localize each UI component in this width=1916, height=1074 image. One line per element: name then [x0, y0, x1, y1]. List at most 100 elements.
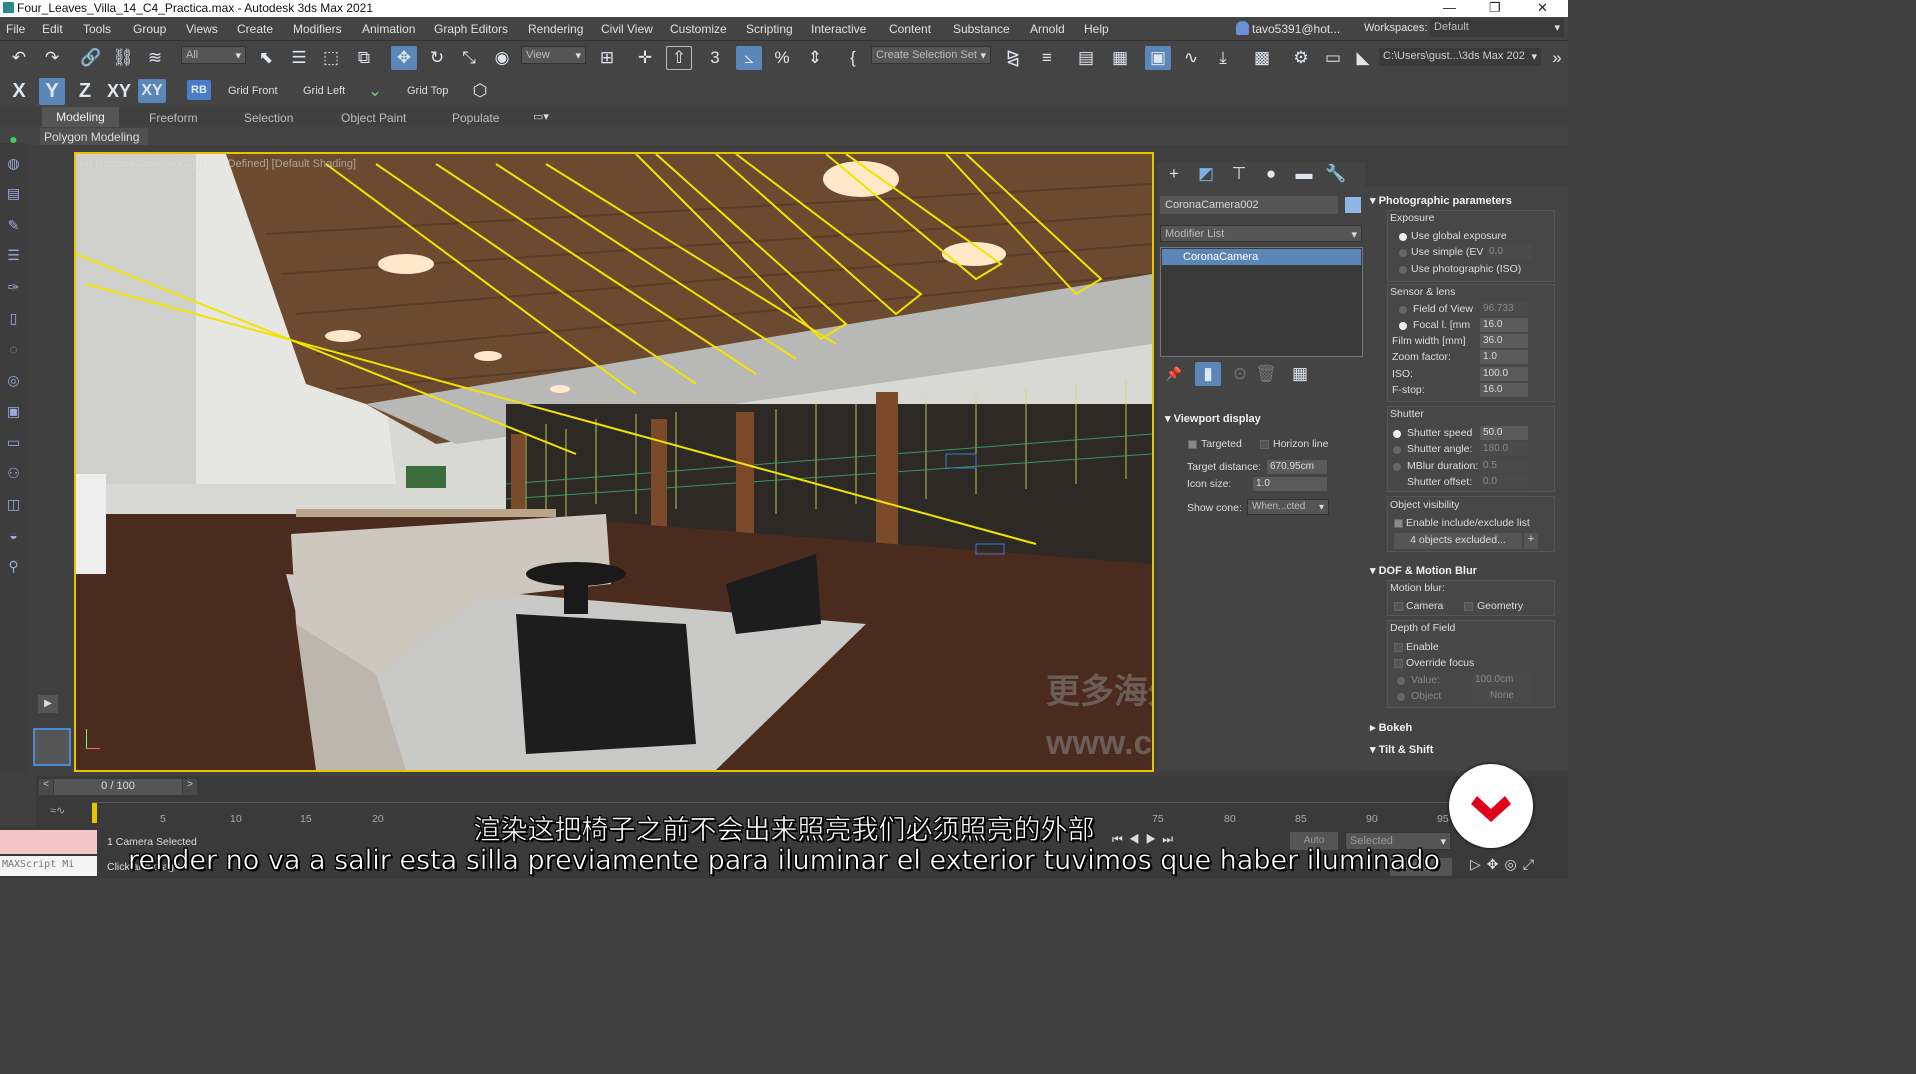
menu-civil-view[interactable]: Civil View	[601, 22, 653, 36]
overflow-icon[interactable]: »	[1544, 46, 1570, 70]
menu-views[interactable]: Views	[186, 22, 218, 36]
focus-object-radio[interactable]	[1397, 693, 1405, 701]
ribbon-tab-object-paint[interactable]: Object Paint	[341, 111, 406, 125]
show-end-result-icon[interactable]: ▮	[1195, 362, 1221, 386]
shutter-speed-radio[interactable]	[1393, 430, 1401, 438]
dof-header[interactable]: ▾ DOF & Motion Blur	[1370, 564, 1477, 577]
focal-spinner[interactable]: 16.0	[1480, 318, 1528, 332]
rect-selection-icon[interactable]: ⬚	[318, 46, 344, 70]
menu-tools[interactable]: Tools	[83, 22, 111, 36]
ribbon-options-icon[interactable]: ▭▾	[533, 110, 549, 123]
dof-enable-checkbox[interactable]	[1394, 643, 1403, 652]
place-icon[interactable]: ◉	[489, 46, 515, 70]
menu-animation[interactable]: Animation	[362, 22, 415, 36]
sphere-icon[interactable]: ◍	[4, 155, 23, 174]
horizon-line-checkbox[interactable]	[1260, 440, 1269, 449]
helpers-icon[interactable]: ▤	[4, 185, 23, 204]
bulb-icon[interactable]: ●	[4, 131, 23, 150]
close-button[interactable]: ✕	[1537, 0, 1548, 16]
menu-edit[interactable]: Edit	[42, 22, 63, 36]
render-setup-icon[interactable]: ⚙	[1288, 46, 1314, 70]
menu-modifiers[interactable]: Modifiers	[293, 22, 342, 36]
override-focus-checkbox[interactable]	[1394, 659, 1403, 668]
globe-icon[interactable]: ◎	[4, 372, 23, 391]
display-tab-icon[interactable]: ▬	[1291, 162, 1317, 186]
targeted-checkbox[interactable]	[1188, 440, 1197, 449]
menu-scripting[interactable]: Scripting	[746, 22, 793, 36]
bind-spacewarp-icon[interactable]: ≋	[142, 46, 168, 70]
axis-z-button[interactable]: Z	[72, 79, 98, 103]
simple-ev-spinner[interactable]: 0.0	[1486, 245, 1532, 259]
align-icon[interactable]: ≡	[1034, 46, 1060, 70]
camera-icon[interactable]: ◒	[4, 527, 23, 546]
frame-icon[interactable]: ▣	[4, 403, 23, 422]
focus-value-radio[interactable]	[1397, 677, 1405, 685]
list-icon[interactable]: ☰	[4, 247, 23, 266]
polygon-modeling-panel[interactable]: Polygon Modeling	[40, 128, 148, 145]
focal-radio[interactable]	[1399, 322, 1407, 330]
excluded-objects-button[interactable]: 4 objects excluded...	[1394, 533, 1522, 549]
minimize-button[interactable]: —	[1443, 0, 1456, 15]
axis-y-button[interactable]: Y	[39, 78, 65, 105]
select-manipulate-icon[interactable]: ✛	[632, 46, 658, 70]
axis-x-button[interactable]: X	[6, 79, 32, 103]
iso-spinner[interactable]: 100.0	[1480, 367, 1528, 381]
axis-xy-button[interactable]: XY	[104, 79, 134, 103]
mirror-icon[interactable]: ⧎	[1000, 46, 1026, 70]
hexagon-icon[interactable]: ⬡	[467, 79, 493, 103]
pen-icon[interactable]: ✑	[4, 279, 23, 298]
redo-icon[interactable]: ↷	[39, 46, 65, 70]
global-exposure-radio[interactable]	[1399, 233, 1407, 241]
project-path-dropdown[interactable]: C:\Users\gust...\3ds Max 202	[1379, 48, 1541, 66]
ribbon-tab-populate[interactable]: Populate	[452, 111, 499, 125]
ribbon-tab-selection[interactable]: Selection	[244, 111, 293, 125]
modify-tab-icon[interactable]: ◩	[1193, 162, 1219, 186]
scale-icon[interactable]: ⤡	[456, 46, 482, 70]
configure-sets-icon[interactable]: ▦	[1287, 362, 1313, 386]
mblur-duration-spinner[interactable]: 0.5	[1480, 459, 1528, 473]
camera-viewport[interactable]: [+] [CoronaCamera002] [User Defined] [De…	[74, 152, 1154, 772]
link-icon[interactable]: 🔗	[78, 46, 104, 70]
shutter-angle-radio[interactable]	[1393, 446, 1401, 454]
unlink-icon[interactable]: ⛓	[110, 46, 136, 70]
angle-snap-icon[interactable]: ⦣	[736, 46, 762, 70]
chevron-down-icon[interactable]: ⌄	[362, 79, 388, 103]
edit-named-sets-icon[interactable]: {	[840, 46, 866, 70]
reference-coord-dropdown[interactable]: View	[521, 46, 586, 64]
menu-graph-editors[interactable]: Graph Editors	[434, 22, 508, 36]
maximize-button[interactable]: ❐	[1489, 0, 1501, 16]
viewport-preview-icon[interactable]	[33, 728, 71, 766]
geometry-mb-checkbox[interactable]	[1464, 602, 1473, 611]
add-excluded-button[interactable]: +	[1524, 533, 1538, 549]
object-color-swatch[interactable]	[1345, 197, 1361, 213]
material-editor-icon[interactable]: ▩	[1249, 46, 1275, 70]
select-by-name-icon[interactable]: ☰	[286, 46, 312, 70]
keyboard-shortcut-icon[interactable]: ⇧	[666, 46, 692, 70]
pivot-center-icon[interactable]: ⊞	[594, 46, 620, 70]
orbit-icon[interactable]: ◌	[4, 341, 23, 360]
people-icon[interactable]: ⚇	[4, 465, 23, 484]
rendered-frame-icon[interactable]: ▭	[1320, 46, 1346, 70]
zoom-factor-spinner[interactable]: 1.0	[1480, 350, 1528, 364]
selection-filter-dropdown[interactable]: All	[181, 46, 246, 64]
scene-explorer-icon[interactable]: ▤	[1073, 46, 1099, 70]
menu-substance[interactable]: Substance	[953, 22, 1010, 36]
shutter-speed-spinner[interactable]: 50.0	[1480, 426, 1528, 440]
named-selection-dropdown[interactable]: Create Selection Set	[871, 46, 991, 64]
doc-icon[interactable]: ▯	[4, 310, 23, 329]
motion-tab-icon[interactable]: ●	[1258, 162, 1284, 186]
time-prev-button[interactable]: <	[39, 779, 53, 795]
light-icon[interactable]: ⚲	[4, 558, 23, 577]
stack-item-coronacamera[interactable]: CoronaCamera	[1162, 249, 1361, 265]
fov-radio[interactable]	[1399, 306, 1407, 314]
workspace-dropdown[interactable]: Default	[1430, 19, 1564, 37]
menu-file[interactable]: File	[6, 22, 25, 36]
percent-snap-icon[interactable]: %	[769, 46, 795, 70]
mblur-duration-radio[interactable]	[1393, 463, 1401, 471]
target-distance-spinner[interactable]: 670.95cm	[1267, 460, 1327, 474]
menu-interactive[interactable]: Interactive	[811, 22, 866, 36]
window-crossing-icon[interactable]: ⧉	[351, 46, 377, 70]
viewport-label[interactable]: [+] [CoronaCamera002] [User Defined] [De…	[80, 158, 356, 170]
menu-help[interactable]: Help	[1084, 22, 1109, 36]
bokeh-header[interactable]: ▸ Bokeh	[1370, 721, 1412, 734]
